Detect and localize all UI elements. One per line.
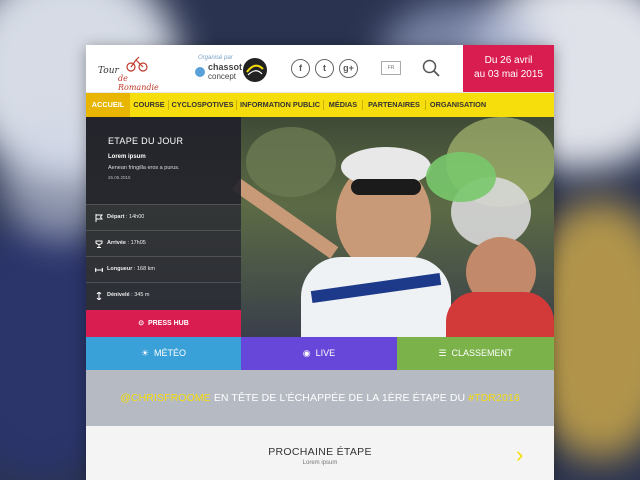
ranking-list-icon: ☰ [438, 348, 447, 358]
stage-info-value: 14h00 [129, 214, 145, 220]
nav-item-medias[interactable]: MÉDIAS [324, 93, 362, 117]
rider-helmet-green [426, 152, 496, 202]
rider-jersey-right [446, 292, 554, 337]
nav-item-information-public[interactable]: INFORMATION PUBLIC [237, 93, 323, 117]
logo-text-tour: Tour [98, 66, 119, 76]
press-hub-icon: ⊙ [138, 320, 145, 327]
dates-line-2: au 03 mai 2015 [474, 69, 543, 80]
background-rider [246, 127, 336, 197]
organizer-name-2: concept [208, 72, 237, 81]
classement-label: CLASSEMENT [451, 348, 513, 358]
next-stage-bar[interactable]: PROCHAINE ÉTAPE Lorem ipsum › [86, 426, 554, 480]
main-navigation: ACCUEIL COURSE CYCLOSPOTIVES INFORMATION… [86, 93, 554, 117]
stage-info-value: 168 km [136, 266, 155, 272]
stage-info-label: Longueur [107, 266, 133, 272]
next-stage-subtitle: Lorem ipsum [302, 460, 338, 466]
stage-date: 26.05.2015 [108, 175, 131, 180]
stage-info-label: Départ [107, 214, 125, 220]
nav-item-partenaires[interactable]: PARTENAIRES [363, 93, 425, 117]
website-frame: Tour de Romandie Organisé par chassot co… [86, 45, 554, 480]
rider-sunglasses [351, 179, 421, 195]
stage-panel: ETAPE DU JOUR Lorem ipsum Aenean fringil… [86, 117, 241, 310]
dates-line-1: Du 26 avril [484, 55, 533, 66]
stage-info-value: 345 m [134, 292, 150, 298]
stage-info-label: Dénivelé [107, 292, 130, 298]
organizer-logo[interactable]: Organisé par chassot concept [194, 55, 272, 85]
tweet-text: EN TÊTE DE L'ÉCHAPPÉE DE LA 1ÈRE ÉTAPE D… [213, 392, 466, 404]
stage-info-longueur: Longueur : 168 km [86, 256, 241, 283]
classement-button[interactable]: ☰ CLASSEMENT [397, 337, 554, 370]
live-button[interactable]: ◉ LIVE [241, 337, 397, 370]
press-hub-label: PRESS HUB [147, 320, 189, 327]
site-header: Tour de Romandie Organisé par chassot co… [86, 45, 554, 93]
organizer-label: Organisé par [198, 55, 233, 61]
race-dates-banner: Du 26 avril au 03 mai 2015 [463, 45, 554, 92]
trophy-icon [95, 240, 103, 248]
cyclist-logo-icon [126, 56, 148, 72]
press-hub-button[interactable]: ⊙ PRESS HUB [86, 310, 241, 337]
chassot-mark-icon [195, 67, 205, 77]
sun-icon: ☀ [140, 348, 150, 358]
stage-subtitle: Lorem ipsum [108, 154, 146, 160]
tweet-hashtag[interactable]: #TDR2016 [468, 392, 520, 404]
facebook-icon[interactable]: f [291, 59, 310, 78]
broadcast-icon: ◉ [302, 348, 311, 358]
twitter-icon[interactable]: t [315, 59, 334, 78]
tour-de-romandie-logo[interactable]: Tour de Romandie [94, 52, 162, 92]
stage-info-arrivee: Arrivée : 17h05 [86, 230, 241, 257]
logo-text-romandie: de Romandie [118, 74, 159, 92]
stage-info-denivele: Dénivelé : 345 m [86, 282, 241, 309]
google-plus-icon[interactable]: g+ [339, 59, 358, 78]
meteo-label: MÉTÉO [154, 348, 187, 358]
stage-info-depart: Départ : 14h00 [86, 204, 241, 231]
tweet-handle[interactable]: @CHRISFROOME [120, 392, 211, 404]
nav-item-organisation[interactable]: ORGANISATION [426, 93, 490, 117]
elevation-icon [96, 292, 102, 300]
partner-emblem-icon [243, 58, 267, 82]
nav-item-cyclospotives[interactable]: CYCLOSPOTIVES [169, 93, 236, 117]
stage-text: Aenean fringilla eros a purus. [108, 165, 180, 171]
language-selector[interactable]: FR [381, 61, 401, 75]
stage-title: ETAPE DU JOUR [108, 136, 184, 146]
tweet-ticker[interactable]: @CHRISFROOME EN TÊTE DE L'ÉCHAPPÉE DE LA… [86, 370, 554, 426]
organizer-name: chassot [208, 62, 243, 72]
flag-icon [95, 214, 103, 222]
distance-icon [95, 267, 103, 273]
nav-item-accueil[interactable]: ACCUEIL [86, 93, 130, 117]
meteo-button[interactable]: ☀ MÉTÉO [86, 337, 241, 370]
stage-info-value: 17h05 [130, 240, 146, 246]
live-label: LIVE [315, 348, 336, 358]
search-icon[interactable] [422, 59, 440, 77]
next-stage-title: PROCHAINE ÉTAPE [268, 446, 372, 458]
stage-panel-header: ETAPE DU JOUR Lorem ipsum Aenean fringil… [86, 117, 241, 204]
stage-info-label: Arrivée [107, 240, 126, 246]
nav-item-course[interactable]: COURSE [130, 93, 168, 117]
chevron-right-icon[interactable]: › [516, 444, 523, 466]
